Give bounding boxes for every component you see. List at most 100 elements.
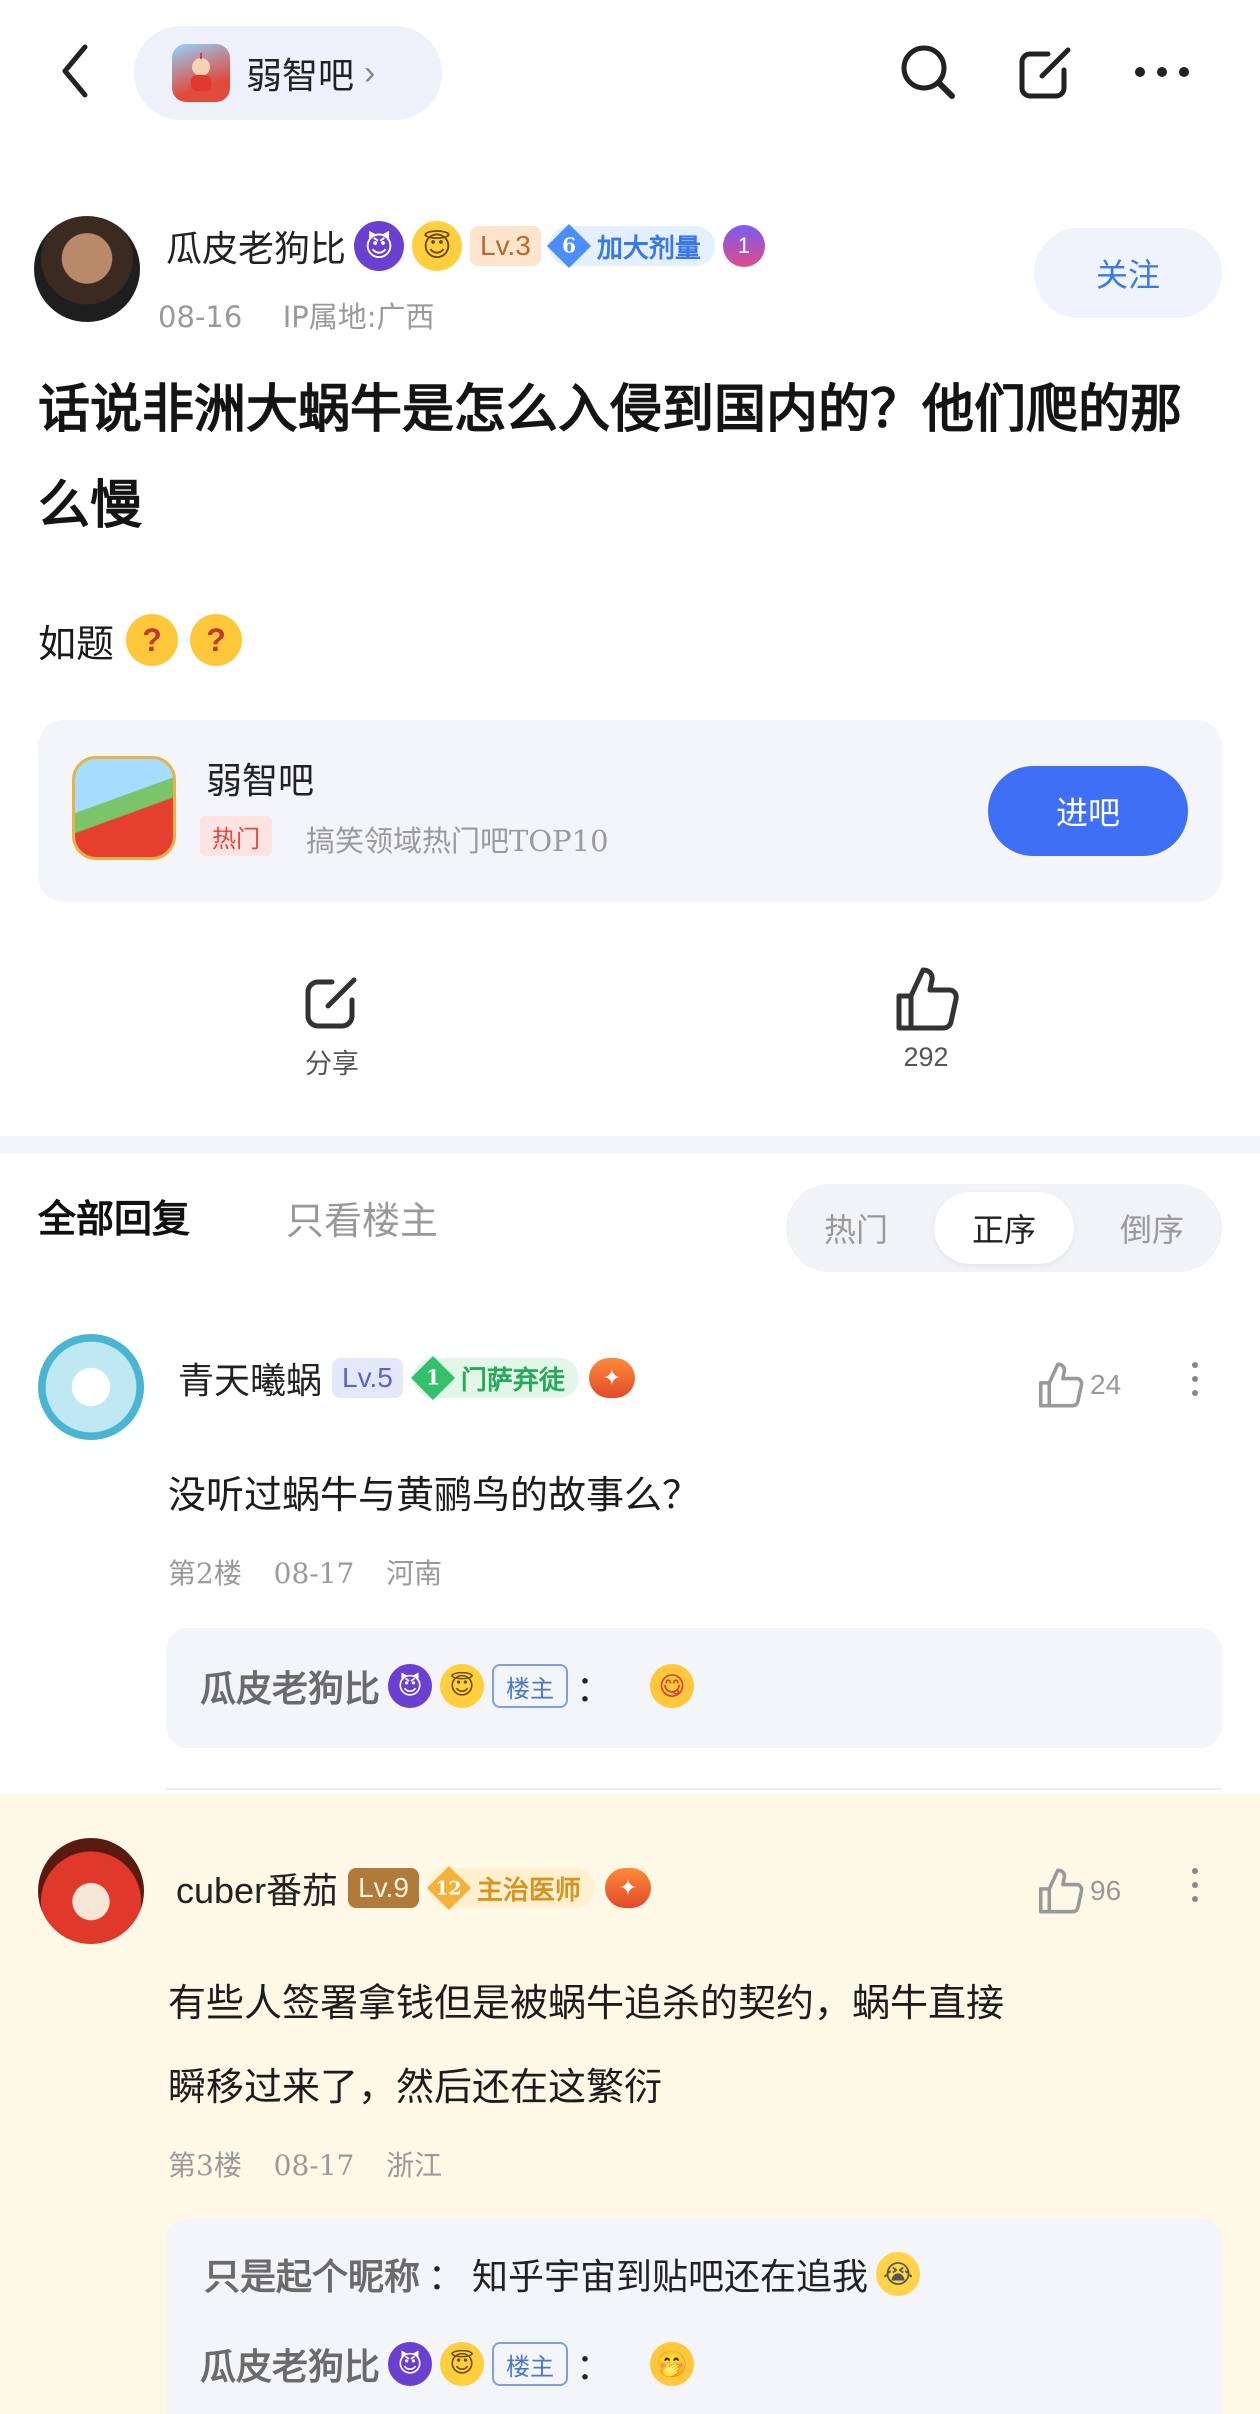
forum-avatar-icon <box>172 44 230 102</box>
sub-reply-colon: ： <box>428 2257 465 2298</box>
title-badge-text: 门萨弃徒 <box>460 1365 565 1396</box>
share-label: 分享 <box>305 1049 359 1080</box>
thinking-emoji-icon: ? <box>126 614 179 666</box>
sub-reply[interactable]: 瓜皮老狗比 😈 😇 楼主 ： 😋 <box>200 1660 695 1712</box>
back-button[interactable] <box>40 36 110 106</box>
reply-date: 08-17 <box>273 2149 355 2182</box>
reply-name-row: cuber番茄 Lv.9 12 主治医师 ✦ <box>176 1862 651 1914</box>
level-badge: Lv.5 <box>332 1358 403 1398</box>
reply-author-name[interactable]: cuber番茄 <box>176 1862 338 1914</box>
devil-emoji-icon: 😈 <box>388 2342 433 2386</box>
sub-reply-author[interactable]: 瓜皮老狗比 <box>200 1660 380 1712</box>
sub-reply[interactable]: 只是起个昵称 ： 知乎宇宙到贴吧还在追我 😭 <box>204 2248 921 2300</box>
back-icon <box>62 44 88 98</box>
reply-meta: 第2楼 08-17 河南 <box>168 1552 442 1592</box>
owner-tag: 楼主 <box>492 1664 569 1708</box>
reply-location: 河南 <box>386 1557 443 1590</box>
forum-card-name: 弱智吧 <box>206 761 315 802</box>
medal-number: 1 <box>737 233 751 258</box>
post-body-text: 如题 <box>38 621 115 666</box>
edit-share-icon <box>1019 47 1071 99</box>
reply-avatar[interactable] <box>38 1838 144 1944</box>
sub-reply-author[interactable]: 只是起个昵称 <box>204 2248 420 2300</box>
section-divider <box>0 1136 1260 1154</box>
author-name-row: 瓜皮老狗比 😈 😇 Lv.3 6 加大剂量 1 <box>166 218 765 274</box>
author-name[interactable]: 瓜皮老狗比 <box>166 220 346 272</box>
thumbs-up-icon <box>1038 1362 1084 1408</box>
reply-like-count: 24 <box>1090 1369 1122 1400</box>
sub-reply-text: 知乎宇宙到贴吧还在追我 <box>472 2257 869 2298</box>
title-badge: 1 门萨弃徒 <box>410 1355 579 1401</box>
reply-text-line1: 有些人签署拿钱但是被蜗牛追杀的契约，蜗牛直接 <box>168 1981 1005 2025</box>
devil-emoji-icon: 😈 <box>388 1664 433 1708</box>
reply-like-button[interactable]: 96 <box>1036 1866 1121 1916</box>
thumbs-up-icon <box>1038 1868 1084 1914</box>
thinking-emoji-icon: ? <box>190 614 243 666</box>
forum-card-desc: 搞笑领域热门吧TOP10 <box>306 824 609 858</box>
sub-reply-author[interactable]: 瓜皮老狗比 <box>200 2338 380 2390</box>
tab-all-replies[interactable]: 全部回复 <box>38 1188 190 1243</box>
post-body: 如题 ? ? <box>38 610 243 670</box>
forum-card-avatar <box>72 756 176 860</box>
title-badge-number: 12 <box>435 1876 462 1900</box>
search-icon <box>901 45 955 99</box>
reply-more-button[interactable] <box>1180 1868 1210 1902</box>
title-badge: 12 主治医师 <box>426 1865 595 1911</box>
sort-descending[interactable]: 倒序 <box>1082 1192 1222 1264</box>
yum-emoji-icon: 😋 <box>650 1664 695 1708</box>
owner-tag: 楼主 <box>492 2342 569 2386</box>
tearful-emoji-icon: 😭 <box>876 2252 921 2296</box>
thumbs-up-icon <box>896 967 959 1031</box>
like-action[interactable]: 292 <box>876 964 976 1073</box>
top-bar: 弱智吧 › <box>0 0 1260 150</box>
search-button[interactable] <box>888 32 968 112</box>
reply-meta: 第3楼 08-17 浙江 <box>168 2144 442 2184</box>
medal-icon: 1 <box>722 225 765 267</box>
sub-reply-colon: ： <box>576 2347 613 2388</box>
diamond-icon: 1 <box>410 1355 455 1401</box>
author-meta: 08-16 IP属地:广西 <box>158 294 435 336</box>
reply-like-button[interactable]: 24 <box>1036 1360 1121 1410</box>
share-icon <box>305 977 357 1029</box>
post-title: 话说非洲大蜗牛是怎么入侵到国内的？他们爬的那么慢 <box>38 379 1183 536</box>
tab-owner-only[interactable]: 只看楼主 <box>286 1190 438 1245</box>
angel-emoji-icon: 😇 <box>412 221 463 271</box>
reply-floor: 第2楼 <box>168 1557 242 1590</box>
sort-ascending[interactable]: 正序 <box>934 1192 1074 1264</box>
like-count: 292 <box>903 1042 949 1072</box>
reply-location: 浙江 <box>386 2149 443 2182</box>
follow-button[interactable]: 关注 <box>1034 228 1222 318</box>
enter-forum-button[interactable]: 进吧 <box>988 766 1188 856</box>
reply-date: 08-17 <box>273 1557 355 1590</box>
reply-text-line2: 瞬移过来了，然后还在这繁衍 <box>168 2065 663 2109</box>
share-button[interactable] <box>1006 32 1086 112</box>
reply-name-row: 青天曦蜗 Lv.5 1 门萨弃徒 ✦ <box>178 1352 635 1404</box>
angel-emoji-icon: 😇 <box>440 2342 485 2386</box>
diamond-icon: 12 <box>426 1865 471 1911</box>
devil-emoji-icon: 😈 <box>354 221 405 271</box>
sub-reply[interactable]: 瓜皮老狗比 😈 😇 楼主 ： 🤭 <box>200 2338 695 2390</box>
reply-floor: 第3楼 <box>168 2149 242 2182</box>
author-avatar[interactable] <box>34 216 140 322</box>
title-badge-number: 1 <box>425 1366 440 1390</box>
title-badge-text: 加大剂量 <box>596 233 701 264</box>
diamond-icon: 6 <box>546 223 591 269</box>
sort-hot[interactable]: 热门 <box>786 1192 926 1264</box>
forum-pill[interactable]: 弱智吧 › <box>134 26 442 120</box>
title-badge-text: 主治医师 <box>476 1875 581 1906</box>
sub-reply-colon: ： <box>576 1669 613 1710</box>
reply-avatar[interactable] <box>38 1334 144 1440</box>
game-controller-icon: ✦ <box>604 1868 651 1908</box>
level-badge: Lv.9 <box>348 1868 419 1908</box>
game-controller-icon: ✦ <box>588 1358 635 1398</box>
reply-text: 没听过蜗牛与黄鹂鸟的故事么？ <box>168 1473 701 1517</box>
grin-emoji-icon: 🤭 <box>650 2342 695 2386</box>
reply-more-button[interactable] <box>1180 1362 1210 1396</box>
sort-group: 热门 正序 倒序 <box>786 1184 1222 1272</box>
reply-author-name[interactable]: 青天曦蜗 <box>178 1352 322 1404</box>
post-date: 08-16 <box>158 300 243 334</box>
more-button[interactable] <box>1122 32 1202 112</box>
hot-tag: 热门 <box>200 816 272 856</box>
share-action[interactable]: 分享 <box>282 970 382 1081</box>
more-icon <box>1135 67 1189 77</box>
